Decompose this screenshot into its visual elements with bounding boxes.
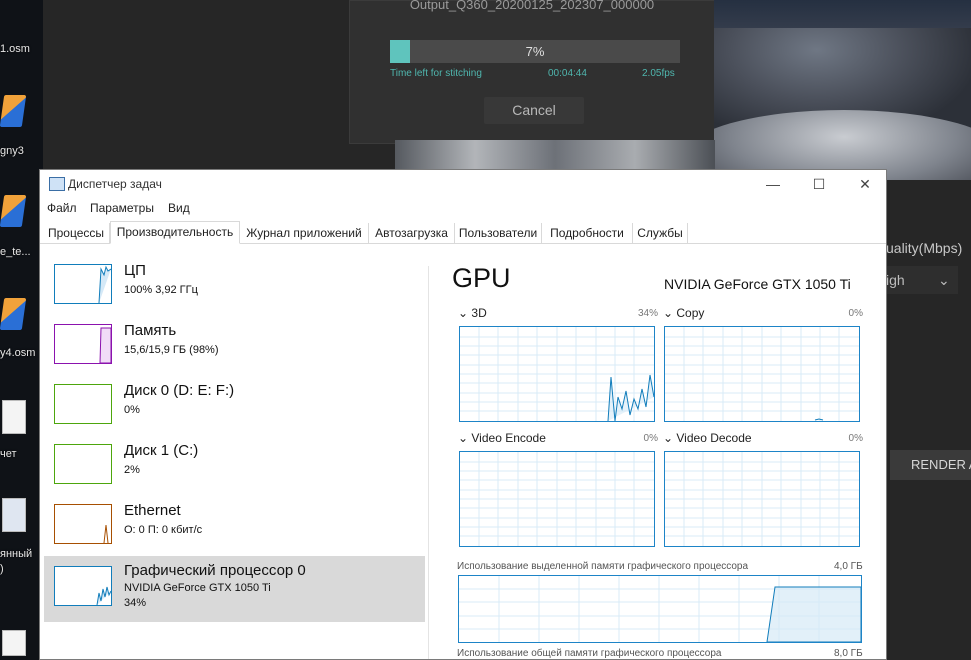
engine-3d-graph [459, 326, 655, 422]
tab-bar: Процессы Производительность Журнал прило… [40, 221, 886, 244]
gpu-title: GPU [452, 263, 511, 293]
engine-3d-pct: 34% [637, 308, 658, 319]
task-manager-window: Диспетчер задач — ☐ ✕ Файл Параметры Вид… [39, 169, 887, 660]
chevron-down-icon: ⌄ [458, 431, 472, 445]
engine-copy-dropdown[interactable]: ⌄ Copy [663, 306, 704, 320]
disk0-usage: 0% [124, 404, 140, 416]
shared-memory-max: 8,0 ГБ [834, 648, 863, 659]
desktop-label-yanny[interactable]: янный [0, 548, 32, 560]
engine-copy-pct: 0% [848, 308, 863, 319]
disk0-thumbnail-graph [54, 384, 112, 424]
desktop-document-icon[interactable] [2, 400, 26, 434]
gpu0-name: Графический процессор 0 [124, 562, 306, 579]
desktop-label-y4osm[interactable]: y4.osm [0, 347, 35, 359]
stitch-fps: 2.05fps [642, 68, 675, 79]
stitch-progress-text: 7% [525, 44, 545, 59]
window-title: Диспетчер задач [68, 177, 162, 191]
engine-video-encode-label: Video Encode [471, 431, 546, 445]
desktop-icons-strip: 1.osm gny3 e_te... y4.osm чет янный ) [0, 0, 43, 660]
dedicated-memory-graph [458, 575, 862, 643]
engine-video-decode-label: Video Decode [676, 431, 752, 445]
memory-name: Память [124, 322, 177, 339]
gpu0-usage: 34% [124, 597, 147, 609]
engine-video-encode-graph [459, 451, 655, 547]
panel-splitter[interactable] [428, 266, 429, 659]
desktop-label-ete[interactable]: e_te... [0, 246, 31, 258]
resource-disk1[interactable]: Диск 1 (C:) 2% [44, 436, 425, 496]
ethernet-name: Ethernet [124, 502, 181, 519]
gpu-thumbnail-graph [54, 566, 112, 606]
desktop-file-icon[interactable] [0, 298, 27, 330]
time-left-label: Time left for stitching [390, 68, 482, 79]
engine-video-decode-pct: 0% [848, 433, 863, 444]
memory-usage: 15,6/15,9 ГБ (98%) [124, 344, 219, 356]
output-filename: Output_Q360_20200125_202307_000000 [409, 0, 655, 12]
tab-app-history[interactable]: Журнал приложений [240, 223, 369, 243]
tab-processes[interactable]: Процессы [43, 223, 110, 243]
desktop-label-paren[interactable]: ) [0, 563, 4, 575]
tab-users[interactable]: Пользователи [455, 223, 542, 243]
menu-parameters[interactable]: Параметры [90, 201, 154, 215]
disk1-name: Диск 1 (C:) [124, 442, 199, 459]
resource-memory[interactable]: Память 15,6/15,9 ГБ (98%) [44, 316, 425, 376]
shared-memory-label: Использование общей памяти графического … [457, 648, 722, 659]
desktop-label-gny3[interactable]: gny3 [0, 145, 24, 157]
quality-label: uality(Mbps) [886, 240, 963, 256]
resource-disk0[interactable]: Диск 0 (D: E: F:) 0% [44, 376, 425, 436]
render-button[interactable]: RENDER A [890, 450, 971, 480]
disk0-name: Диск 0 (D: E: F:) [124, 382, 235, 399]
tab-details[interactable]: Подробности [542, 223, 633, 243]
cpu-usage: 100% 3,92 ГГц [124, 284, 198, 296]
memory-thumbnail-graph [54, 324, 112, 364]
maximize-button[interactable]: ☐ [797, 172, 841, 196]
menu-file[interactable]: Файл [47, 201, 77, 215]
cancel-button[interactable]: Cancel [484, 97, 584, 124]
tab-services[interactable]: Службы [633, 223, 688, 243]
chevron-down-icon: ⌄ [938, 272, 950, 288]
close-button[interactable]: ✕ [843, 172, 886, 196]
desktop-label-osm1[interactable]: 1.osm [0, 43, 30, 55]
engine-video-decode-graph [664, 451, 860, 547]
engine-copy-label: Copy [676, 306, 705, 320]
disk1-thumbnail-graph [54, 444, 112, 484]
engine-video-encode-dropdown[interactable]: ⌄ Video Encode [458, 431, 546, 445]
resource-ethernet[interactable]: Ethernet О: 0 П: 0 кбит/с [44, 496, 425, 556]
engine-3d-dropdown[interactable]: ⌄ 3D [458, 306, 487, 320]
chevron-down-icon: ⌄ [458, 306, 472, 320]
gpu-model: NVIDIA GeForce GTX 1050 Ti [664, 276, 851, 292]
engine-video-decode-dropdown[interactable]: ⌄ Video Decode [663, 431, 752, 445]
desktop-file-icon[interactable] [0, 195, 27, 227]
tab-performance[interactable]: Производительность [110, 221, 240, 244]
stitch-progress-bar: 7% [390, 40, 680, 63]
ethernet-usage: О: 0 П: 0 кбит/с [124, 524, 203, 536]
quality-value: igh [886, 272, 905, 288]
chevron-down-icon: ⌄ [663, 431, 677, 445]
minimize-button[interactable]: — [751, 172, 795, 196]
desktop-map-icon[interactable] [2, 498, 26, 532]
tab-startup[interactable]: Автозагрузка [369, 223, 455, 243]
desktop-app-icon[interactable] [2, 630, 26, 656]
dedicated-memory-max: 4,0 ГБ [834, 561, 863, 572]
menu-view[interactable]: Вид [168, 201, 190, 215]
cpu-thumbnail-graph [54, 264, 112, 304]
engine-copy-graph [664, 326, 860, 422]
chevron-down-icon: ⌄ [663, 306, 677, 320]
engine-video-encode-pct: 0% [643, 433, 658, 444]
task-manager-icon [49, 177, 65, 191]
dedicated-memory-label: Использование выделенной памяти графичес… [457, 561, 749, 572]
disk1-usage: 2% [124, 464, 140, 476]
ethernet-thumbnail-graph [54, 504, 112, 544]
quality-select[interactable]: igh ⌄ [886, 266, 958, 294]
resource-gpu0[interactable]: Графический процессор 0 NVIDIA GeForce G… [44, 556, 425, 622]
gpu0-model: NVIDIA GeForce GTX 1050 Ti [124, 582, 271, 594]
desktop-label-chet[interactable]: чет [0, 448, 17, 460]
desktop-file-icon[interactable] [0, 95, 27, 127]
time-left-value: 00:04:44 [548, 68, 587, 79]
resource-cpu[interactable]: ЦП 100% 3,92 ГГц [44, 256, 425, 316]
stitching-dialog: Output_Q360_20200125_202307_000000 7% Ti… [349, 0, 715, 144]
cpu-name: ЦП [124, 262, 146, 279]
video-preview [714, 0, 971, 180]
engine-3d-label: 3D [471, 306, 487, 320]
